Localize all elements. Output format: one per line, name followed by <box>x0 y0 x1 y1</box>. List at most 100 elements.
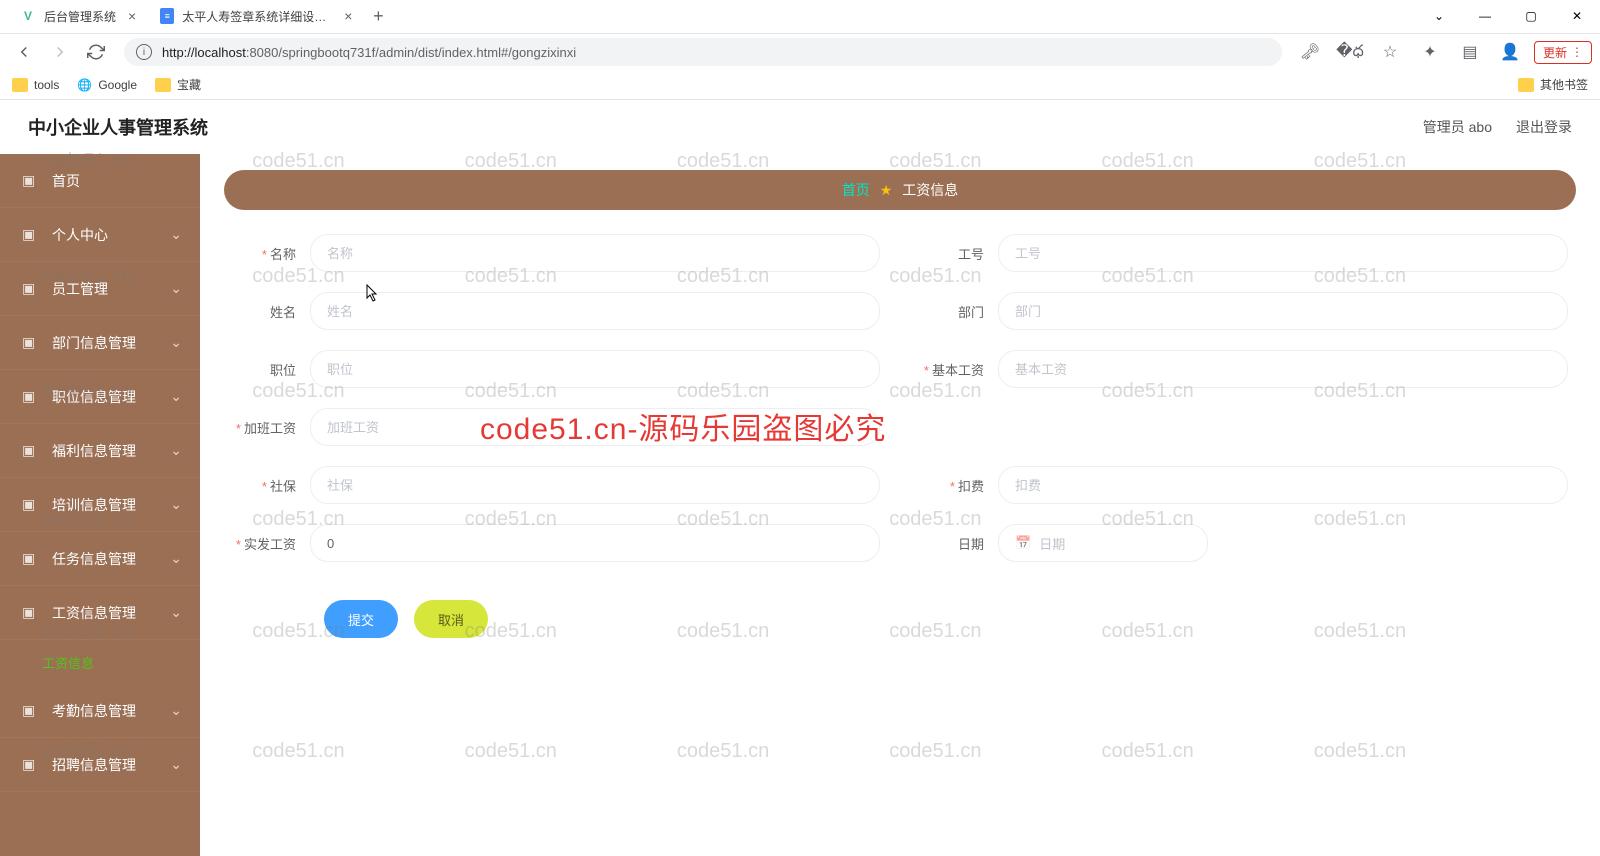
base-input[interactable] <box>998 350 1568 388</box>
bookmarks-bar: tools 🌐Google 宝藏 其他书签 <box>0 70 1600 100</box>
app-header: 中小企业人事管理系统 管理员 abo 退出登录 <box>0 100 1600 154</box>
maximize-button[interactable]: ▢ <box>1508 0 1554 32</box>
url-path: /springbootq731f/admin/dist/index.html#/… <box>278 45 576 60</box>
date-input[interactable]: 📅日期 <box>998 524 1208 562</box>
info-icon[interactable]: i <box>136 44 152 60</box>
field-label: 工号 <box>920 244 998 263</box>
logout-button[interactable]: 退出登录 <box>1516 117 1572 137</box>
field-label: 日期 <box>920 534 998 553</box>
field-net: *实发工资 <box>232 524 880 562</box>
field-overtime: *加班工资 <box>232 408 880 446</box>
doc-icon: ≡ <box>160 8 174 24</box>
browser-tab-0[interactable]: V 后台管理系统 × <box>8 0 148 32</box>
sidebar-item-welfare[interactable]: ▣福利信息管理⌄ <box>0 424 200 478</box>
app-main: ▣首页▣个人中心⌄▣员工管理⌄▣部门信息管理⌄▣职位信息管理⌄▣福利信息管理⌄▣… <box>0 154 1600 856</box>
field-label: *加班工资 <box>232 418 310 437</box>
url-port: :8080 <box>246 45 279 60</box>
chevron-down-icon: ⌄ <box>170 334 182 351</box>
sidebar-item-dept[interactable]: ▣部门信息管理⌄ <box>0 316 200 370</box>
field-label: *基本工资 <box>920 360 998 379</box>
deduct-input[interactable] <box>998 466 1568 504</box>
recruit-icon: ▣ <box>22 756 40 774</box>
update-button[interactable]: 更新⋮ <box>1534 41 1592 64</box>
sidebar-item-task[interactable]: ▣任务信息管理⌄ <box>0 532 200 586</box>
sidebar-item-attend[interactable]: ▣考勤信息管理⌄ <box>0 684 200 738</box>
sidebar-item-home[interactable]: ▣首页 <box>0 154 200 208</box>
net-input[interactable] <box>310 524 880 562</box>
field-label: *社保 <box>232 476 310 495</box>
sidebar-item-label: 员工管理 <box>52 279 108 299</box>
other-bookmarks[interactable]: 其他书签 <box>1518 76 1588 93</box>
tab-title: 太平人寿签章系统详细设计文档 <box>182 8 332 25</box>
salary-form: *名称工号姓名部门职位*基本工资*加班工资*社保*扣费*实发工资日期📅日期提交取… <box>224 234 1576 638</box>
sidebar-item-label: 部门信息管理 <box>52 333 136 353</box>
chevron-down-icon: ⌄ <box>170 388 182 405</box>
star-icon: ★ <box>880 182 893 199</box>
chevron-down-icon: ⌄ <box>170 604 182 621</box>
tab-title: 后台管理系统 <box>44 8 116 25</box>
admin-label[interactable]: 管理员 abo <box>1423 117 1492 137</box>
breadcrumb: 首页 ★ 工资信息 <box>224 170 1576 210</box>
sidebar-item-train[interactable]: ▣培训信息管理⌄ <box>0 478 200 532</box>
url-host: localhost <box>195 45 246 60</box>
minimize-button[interactable]: — <box>1462 0 1508 32</box>
realname-input[interactable] <box>310 292 880 330</box>
sidebar-item-label: 个人中心 <box>52 225 108 245</box>
address-bar[interactable]: i http://localhost:8080/springbootq731f/… <box>124 38 1282 66</box>
train-icon: ▣ <box>22 496 40 514</box>
chevron-down-icon[interactable]: ⌄ <box>1416 0 1462 32</box>
reload-button[interactable] <box>80 36 112 68</box>
chevron-down-icon: ⌄ <box>170 496 182 513</box>
form-actions: 提交取消 <box>232 600 1568 638</box>
breadcrumb-home[interactable]: 首页 <box>842 180 870 200</box>
close-window-button[interactable]: ✕ <box>1554 0 1600 32</box>
sidebar-item-label: 任务信息管理 <box>52 549 136 569</box>
close-icon[interactable]: × <box>128 8 136 24</box>
submit-button[interactable]: 提交 <box>324 600 398 638</box>
field-deduct: *扣费 <box>920 466 1568 504</box>
folder-icon <box>155 78 171 92</box>
name-input[interactable] <box>310 234 880 272</box>
browser-titlebar: V 后台管理系统 × ≡ 太平人寿签章系统详细设计文档 × + ⌄ — ▢ ✕ <box>0 0 1600 34</box>
browser-tab-1[interactable]: ≡ 太平人寿签章系统详细设计文档 × <box>148 0 364 32</box>
dept-input[interactable] <box>998 292 1568 330</box>
welfare-icon: ▣ <box>22 442 40 460</box>
cancel-button[interactable]: 取消 <box>414 600 488 638</box>
field-name: *名称 <box>232 234 880 272</box>
shebao-input[interactable] <box>310 466 880 504</box>
sidebar-item-team[interactable]: ▣员工管理⌄ <box>0 262 200 316</box>
chevron-down-icon: ⌄ <box>170 702 182 719</box>
folder-icon <box>12 78 28 92</box>
sidebar-item-recruit[interactable]: ▣招聘信息管理⌄ <box>0 738 200 792</box>
sidebar-item-label: 职位信息管理 <box>52 387 136 407</box>
star-icon[interactable]: ☆ <box>1374 36 1406 68</box>
close-icon[interactable]: × <box>344 8 352 24</box>
sidebar-item-user[interactable]: ▣个人中心⌄ <box>0 208 200 262</box>
bookmark-google[interactable]: 🌐Google <box>77 78 137 92</box>
key-icon[interactable]: 🗝 <box>1294 36 1326 68</box>
position-input[interactable] <box>310 350 880 388</box>
field-date: 日期📅日期 <box>920 524 1568 562</box>
empno-input[interactable] <box>998 234 1568 272</box>
bookmark-treasure[interactable]: 宝藏 <box>155 76 201 93</box>
calendar-icon: 📅 <box>1015 535 1031 551</box>
sidebar-item-post[interactable]: ▣职位信息管理⌄ <box>0 370 200 424</box>
back-button[interactable] <box>8 36 40 68</box>
profile-icon[interactable]: 👤 <box>1494 36 1526 68</box>
field-label: *名称 <box>232 244 310 263</box>
forward-button[interactable] <box>44 36 76 68</box>
vue-icon: V <box>20 8 36 24</box>
chevron-down-icon: ⌄ <box>170 550 182 567</box>
content-area: 首页 ★ 工资信息 *名称工号姓名部门职位*基本工资*加班工资*社保*扣费*实发… <box>200 154 1600 856</box>
panel-icon[interactable]: ▤ <box>1454 36 1486 68</box>
bookmark-tools[interactable]: tools <box>12 78 59 92</box>
overtime-input[interactable] <box>310 408 880 446</box>
sidebar-item-salary[interactable]: ▣工资信息管理⌄ <box>0 586 200 640</box>
extensions-icon[interactable]: ✦ <box>1414 36 1446 68</box>
globe-icon: 🌐 <box>77 78 92 92</box>
new-tab-button[interactable]: + <box>364 2 392 30</box>
field-label: 职位 <box>232 360 310 379</box>
share-icon[interactable]: �ధ <box>1334 36 1366 68</box>
sidebar-subitem-salary[interactable]: 工资信息 <box>0 640 200 684</box>
field-shebao: *社保 <box>232 466 880 504</box>
